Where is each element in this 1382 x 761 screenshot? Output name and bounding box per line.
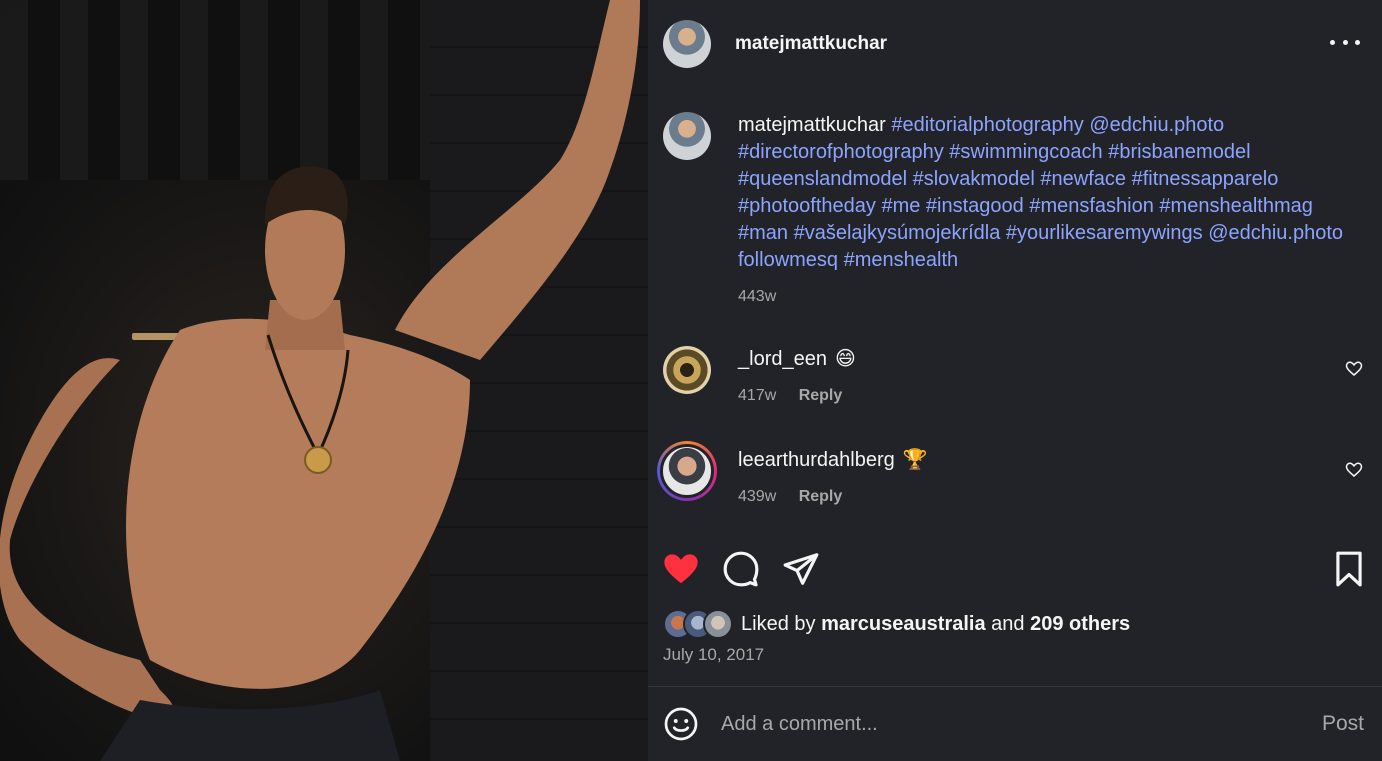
- more-options-icon[interactable]: [1330, 32, 1360, 52]
- share-paper-plane-icon[interactable]: [782, 550, 820, 588]
- comment-text: 😄: [834, 348, 856, 370]
- liker-avatars[interactable]: [663, 609, 733, 639]
- likes-others-count[interactable]: 209 others: [1030, 613, 1130, 635]
- emoji-picker-icon[interactable]: [663, 706, 699, 742]
- commenter-avatar[interactable]: [663, 346, 711, 394]
- comment-input[interactable]: [721, 712, 1281, 736]
- commenter-username[interactable]: leearthurdahlberg: [738, 449, 895, 471]
- photo-model-figure: [0, 0, 640, 761]
- caption-age[interactable]: 443w: [738, 288, 776, 305]
- comment-like-heart-icon[interactable]: [1345, 360, 1363, 378]
- reply-button[interactable]: Reply: [799, 488, 843, 505]
- comment-composer: Post: [648, 687, 1382, 761]
- post-date[interactable]: July 10, 2017: [663, 645, 764, 665]
- caption-author-avatar[interactable]: [663, 112, 711, 160]
- post-side-panel: matejmattkuchar matejmattkuchar #editori…: [648, 0, 1382, 761]
- post-caption: matejmattkuchar #editorialphotography @e…: [663, 112, 1363, 310]
- liker-avatar: [703, 609, 733, 639]
- comment-text: 🏆: [902, 449, 928, 471]
- commenter-username[interactable]: _lord_een: [738, 348, 827, 370]
- story-ring[interactable]: [657, 441, 717, 501]
- comment-like-heart-icon[interactable]: [1345, 461, 1363, 479]
- post-action-bar: [648, 546, 1382, 590]
- likes-summary: Liked by marcuseaustralia and 209 others: [663, 609, 1130, 639]
- comment-item: leearthurdahlberg 🏆 439w Reply: [657, 441, 1363, 510]
- post-comment-button[interactable]: Post: [1322, 712, 1364, 736]
- author-username[interactable]: matejmattkuchar: [735, 33, 887, 55]
- comment-age[interactable]: 417w: [738, 387, 776, 404]
- comment-age[interactable]: 439w: [738, 488, 776, 505]
- post-photo[interactable]: [0, 0, 648, 761]
- caption-author-username[interactable]: matejmattkuchar: [738, 114, 886, 136]
- comment-item: _lord_een 😄 417w Reply: [663, 346, 1363, 409]
- post-header: matejmattkuchar: [648, 0, 1382, 88]
- reply-button[interactable]: Reply: [799, 387, 843, 404]
- like-heart-icon[interactable]: [662, 550, 700, 588]
- liked-by-label: Liked by: [741, 612, 816, 635]
- author-avatar[interactable]: [663, 20, 711, 68]
- save-bookmark-icon[interactable]: [1330, 550, 1368, 588]
- caption-hashtags[interactable]: #editorialphotography @edchiu.photo #dir…: [738, 114, 1343, 271]
- likes-conjunction: and: [991, 612, 1025, 635]
- instagram-post-viewer: matejmattkuchar matejmattkuchar #editori…: [0, 0, 1382, 761]
- first-liker-username[interactable]: marcuseaustralia: [821, 613, 986, 635]
- comment-bubble-icon[interactable]: [722, 550, 760, 588]
- commenter-avatar[interactable]: [660, 444, 714, 498]
